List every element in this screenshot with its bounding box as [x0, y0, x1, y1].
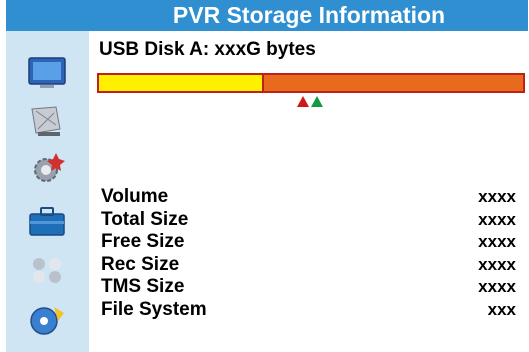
info-label: Volume — [101, 186, 169, 208]
storage-usage-bar — [97, 73, 525, 93]
info-label: Rec Size — [101, 253, 180, 275]
media-disk-icon[interactable] — [26, 303, 68, 337]
info-row-free-size: Free Size xxxx — [101, 231, 516, 254]
main-panel: USB Disk A: xxxG bytes Volume xxxx Total… — [89, 31, 528, 352]
info-value: xxxx — [478, 232, 516, 252]
info-row-tms-size: TMS Size xxxx — [101, 276, 516, 299]
storage-free-segment — [264, 75, 523, 91]
storage-info-table: Volume xxxx Total Size xxxx Free Size xx… — [101, 186, 516, 321]
info-row-total-size: Total Size xxxx — [101, 209, 516, 232]
page-title: PVR Storage Information — [172, 2, 446, 28]
info-label: Free Size — [101, 231, 185, 253]
info-row-file-system: File System xxx — [101, 299, 516, 322]
sidebar — [6, 31, 89, 352]
red-marker-icon — [297, 96, 309, 107]
satellite-dish-icon[interactable] — [26, 103, 68, 137]
storage-used-segment — [99, 75, 265, 91]
tv-icon[interactable] — [26, 56, 68, 90]
info-label: File System — [101, 298, 207, 320]
toolbox-icon[interactable] — [26, 204, 68, 238]
disk-label: USB Disk A: xxxG bytes — [99, 39, 316, 60]
info-value: xxx — [487, 299, 516, 319]
info-row-volume: Volume xxxx — [101, 186, 516, 209]
title-bar: PVR Storage Information — [6, 0, 528, 31]
info-row-rec-size: Rec Size xxxx — [101, 254, 516, 277]
green-marker-icon — [311, 96, 323, 107]
info-value: xxxx — [478, 277, 516, 297]
games-icon[interactable] — [26, 251, 68, 285]
info-label: TMS Size — [101, 276, 185, 298]
info-label: Total Size — [101, 208, 189, 230]
info-value: xxxx — [478, 209, 516, 229]
info-value: xxxx — [478, 187, 516, 207]
settings-gear-icon[interactable] — [26, 151, 68, 185]
info-value: xxxx — [478, 254, 516, 274]
